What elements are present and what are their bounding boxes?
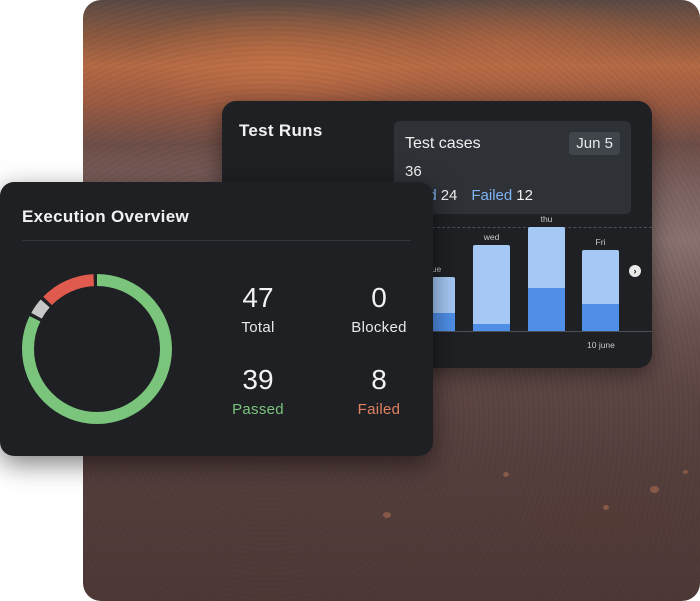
pebble — [383, 512, 391, 518]
execution-overview-title: Execution Overview — [22, 207, 189, 226]
pebble — [650, 486, 659, 493]
bar-passed-fill — [528, 287, 565, 331]
stat-passed-label: Passed — [232, 401, 284, 418]
stat-passed: 39 Passed — [208, 364, 308, 418]
pebble — [503, 472, 509, 477]
tooltip-total: 36 — [405, 163, 422, 180]
tooltip-failed-label: Failed — [471, 187, 513, 204]
bar-day-label: wed — [483, 231, 500, 242]
stat-total-label: Total — [241, 319, 275, 336]
bar-1[interactable] — [473, 244, 510, 331]
stat-blocked-label: Blocked — [351, 319, 407, 336]
bar-passed-fill — [473, 323, 510, 331]
stat-failed: 8 Failed — [329, 364, 429, 418]
bar-2[interactable] — [528, 226, 565, 331]
stat-total: 47 Total — [208, 282, 308, 336]
bar-day-label: Fri — [595, 237, 606, 247]
tooltip-title: Test cases — [405, 135, 481, 152]
stat-passed-value: 39 — [242, 364, 274, 395]
stat-total-value: 47 — [242, 282, 274, 313]
chevron-right-icon[interactable]: › — [629, 265, 641, 277]
execution-overview-card: Execution Overview 47 Total 0 Blocked 39… — [0, 182, 433, 456]
tooltip-passed-value: 24 — [440, 187, 458, 204]
tooltip-failed-value: 12 — [516, 187, 533, 204]
bar-passed-fill — [582, 304, 619, 331]
bar-day-label: thu — [540, 213, 553, 224]
execution-donut-chart — [22, 274, 172, 424]
chart-date-label: 10 june — [587, 340, 615, 350]
pebble — [683, 470, 688, 474]
divider — [22, 240, 411, 241]
stat-blocked-value: 0 — [371, 282, 387, 313]
bar-3[interactable] — [582, 250, 619, 331]
pebble — [603, 505, 609, 510]
stat-failed-label: Failed — [357, 401, 401, 418]
chart-baseline — [427, 331, 652, 332]
tooltip-date-badge: Jun 5 — [569, 132, 620, 155]
stat-blocked: 0 Blocked — [329, 282, 429, 336]
stat-failed-value: 8 — [371, 364, 387, 395]
